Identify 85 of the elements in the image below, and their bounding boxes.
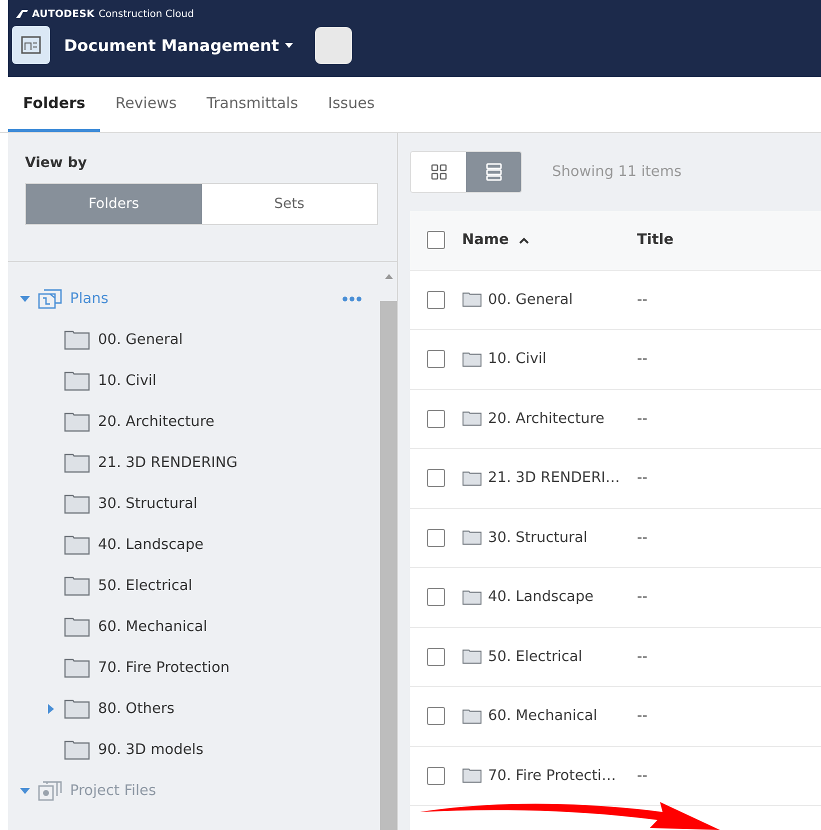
view-by-label: View by: [24, 154, 88, 171]
tree-folder-label[interactable]: 80. Others: [98, 700, 174, 716]
sheets-icon: [38, 288, 62, 308]
column-header[interactable]: Title: [637, 232, 674, 248]
title-cell: --: [637, 768, 648, 784]
product-name: Construction Cloud: [98, 8, 194, 20]
collapsed-triangle-icon[interactable]: [46, 704, 56, 714]
folder-icon: [64, 576, 90, 596]
row-checkbox[interactable]: [427, 588, 445, 606]
folder-icon: [462, 768, 482, 784]
autodesk-logo-icon: [16, 10, 28, 18]
grid-icon: [430, 164, 446, 180]
folder-name-cell[interactable]: 30. Structural: [488, 530, 588, 546]
nav-tab[interactable]: Issues: [313, 77, 390, 132]
folder-name-cell[interactable]: 00. General: [488, 292, 573, 308]
tree-folder-label[interactable]: 90. 3D models: [98, 742, 204, 758]
folder-name-cell[interactable]: 20. Architecture: [488, 410, 604, 427]
project-thumbnail[interactable]: [315, 26, 352, 64]
more-options-icon[interactable]: [342, 296, 362, 302]
folder-icon: [462, 352, 482, 367]
module-menu[interactable]: Document Management: [64, 36, 294, 54]
title-cell: --: [637, 648, 648, 665]
row-checkbox[interactable]: [427, 648, 445, 666]
view-toggle[interactable]: Sets: [202, 184, 377, 224]
row-checkbox[interactable]: [427, 290, 445, 309]
folder-icon: [462, 590, 482, 605]
tree-folder-label[interactable]: 10. Civil: [98, 372, 156, 388]
files-icon: [38, 780, 62, 800]
folder-name-cell[interactable]: 40. Landscape: [488, 589, 594, 606]
folder-icon: [64, 740, 90, 760]
title-cell: --: [637, 351, 648, 368]
folder-icon: [462, 411, 482, 426]
item-count: Showing 11 items: [552, 164, 682, 180]
folder-icon: [462, 530, 482, 546]
folder-icon: [462, 292, 482, 308]
title-cell: --: [637, 410, 648, 427]
folder-name-cell[interactable]: 10. Civil: [488, 351, 546, 368]
folder-icon: [64, 452, 90, 472]
row-checkbox[interactable]: [427, 528, 445, 547]
folder-icon: [64, 494, 90, 514]
tree-folder-label[interactable]: 20. Architecture: [98, 414, 214, 430]
folder-icon: [64, 412, 90, 432]
row-checkbox[interactable]: [427, 410, 445, 428]
tree-folder-label[interactable]: 60. Mechanical: [98, 618, 208, 634]
tree-folder-label[interactable]: 40. Landscape: [98, 536, 204, 552]
brand-logo-text: AUTODESK: [32, 8, 95, 20]
nav-tab[interactable]: Reviews: [100, 77, 192, 132]
tree-folder-label[interactable]: 30. Structural: [98, 496, 198, 512]
title-cell: --: [637, 589, 648, 606]
folder-icon: [64, 330, 90, 350]
expanded-triangle-icon[interactable]: [20, 294, 30, 304]
tree-folder-label[interactable]: 21. 3D RENDERING: [98, 454, 238, 470]
folder-icon: [64, 534, 90, 554]
tree-folder-label[interactable]: 50. Electrical: [98, 578, 192, 594]
row-checkbox[interactable]: [427, 350, 445, 368]
sort-ascending-icon[interactable]: [518, 236, 529, 244]
tree-folder-label[interactable]: 70. Fire Protection: [98, 660, 230, 676]
folder-icon: [462, 470, 482, 486]
title-cell: --: [637, 530, 648, 546]
folder-icon: [64, 370, 90, 390]
folder-name-cell[interactable]: 21. 3D RENDERI…: [488, 470, 620, 486]
folder-icon: [462, 708, 482, 724]
caret-icon: [285, 42, 294, 48]
row-checkbox[interactable]: [427, 469, 445, 488]
title-cell: --: [637, 708, 648, 724]
tree-folder-label[interactable]: 00. General: [98, 332, 183, 348]
row-checkbox[interactable]: [427, 707, 445, 726]
folder-name-cell[interactable]: 70. Fire Protecti…: [488, 768, 616, 784]
list-view-button[interactable]: [466, 152, 521, 192]
folder-icon: [64, 658, 90, 678]
select-all-checkbox[interactable]: [427, 231, 445, 250]
folder-name-cell[interactable]: 60. Mechanical: [488, 708, 598, 724]
folder-icon: [462, 649, 482, 664]
list-icon: [486, 163, 502, 181]
folder-icon: [64, 616, 90, 636]
title-cell: --: [637, 470, 648, 486]
column-header[interactable]: Name: [462, 232, 509, 248]
title-cell: --: [637, 292, 648, 308]
folder-icon: [64, 698, 90, 718]
folder-name-cell[interactable]: 50. Electrical: [488, 648, 582, 665]
grid-view-button[interactable]: [411, 152, 466, 192]
scroll-up-icon[interactable]: [384, 274, 392, 279]
row-checkbox[interactable]: [427, 766, 445, 785]
nav-tab[interactable]: Transmittals: [192, 77, 314, 132]
module-icon[interactable]: [12, 26, 50, 64]
